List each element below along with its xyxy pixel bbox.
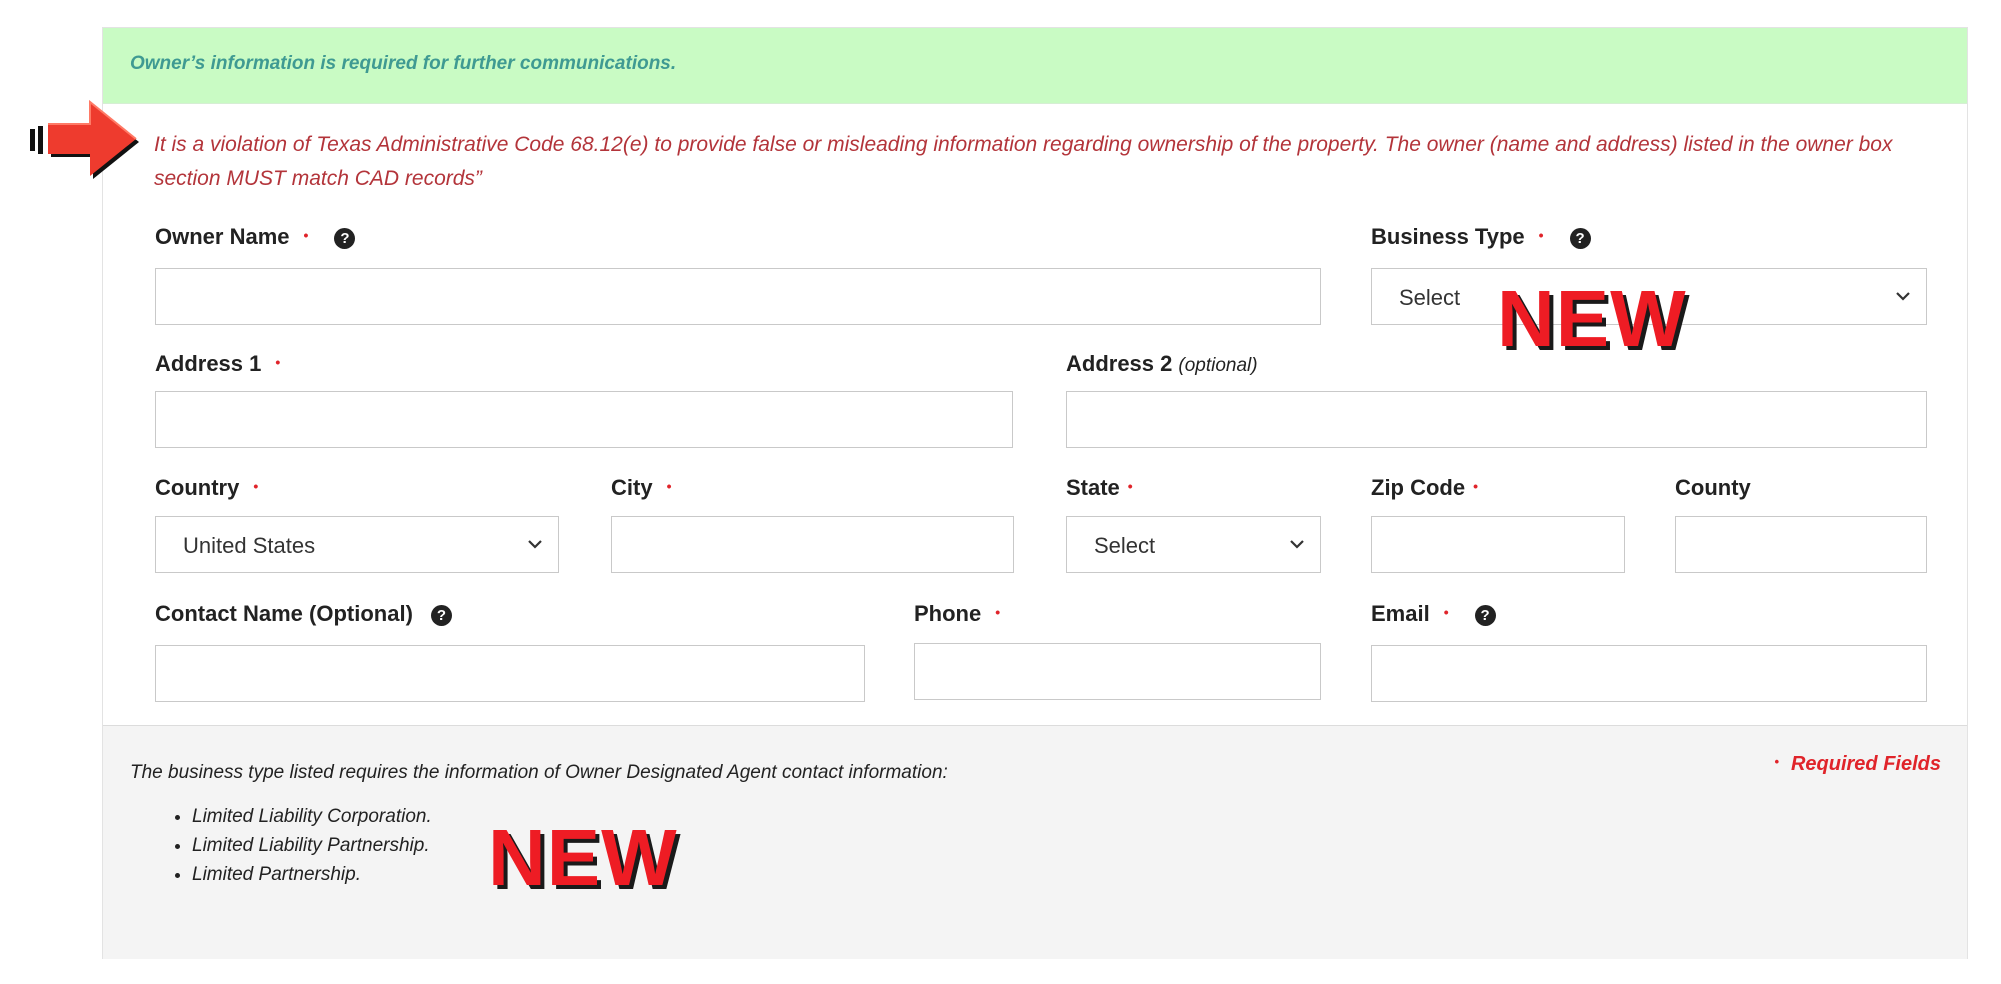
state-value: Select [1094,533,1156,558]
address1-input[interactable] [155,391,1013,448]
business-type-value: Select [1399,285,1461,310]
list-item: Limited Partnership. [192,860,432,889]
required-marker: • [1774,754,1779,769]
help-icon[interactable]: ? [430,605,452,626]
chevron-down-icon [1290,540,1304,549]
address2-input[interactable] [1066,391,1927,448]
help-icon[interactable]: ? [1474,605,1496,626]
required-marker: • [275,354,281,370]
required-marker: • [1473,478,1479,494]
red-arrow-icon [30,99,139,179]
required-marker: • [303,227,309,243]
owner-name-label: Owner Name •? [155,224,356,250]
list-item: Limited Liability Corporation. [192,802,432,831]
email-input[interactable] [1371,645,1927,702]
new-badge: NEW [1497,274,1687,363]
required-marker: • [253,478,259,494]
contact-name-label: Contact Name (Optional)? [155,601,452,627]
chevron-down-icon [528,540,542,549]
list-item: Limited Liability Partnership. [192,831,432,860]
required-marker: • [995,604,1001,620]
business-type-note: The business type listed requires the in… [103,725,1967,959]
new-badge: NEW [488,813,678,902]
optional-note: (optional) [1178,355,1258,376]
violation-warning: It is a violation of Texas Administrativ… [154,133,1893,190]
help-icon[interactable]: ? [334,228,356,249]
city-label: City • [611,475,672,500]
country-label: Country • [155,475,259,500]
city-input[interactable] [611,516,1014,573]
country-value: United States [183,533,316,558]
required-marker: • [1538,227,1544,243]
owner-name-input[interactable] [155,268,1321,325]
zip-code-label: Zip Code • [1371,475,1479,500]
business-type-label: Business Type •? [1371,224,1591,250]
info-banner: Owner’s information is required for furt… [103,28,1967,104]
state-select[interactable]: Select [1066,516,1321,573]
email-label: Email •? [1371,601,1496,627]
business-type-list: Limited Liability Corporation. Limited L… [170,802,432,889]
country-select[interactable]: United States [155,516,559,573]
county-label: County [1675,475,1751,500]
business-type-note-text: The business type listed requires the in… [130,762,948,783]
required-fields-legend: • Required Fields [1774,753,1941,775]
phone-input[interactable] [914,643,1321,700]
chevron-down-icon [1896,292,1910,301]
phone-label: Phone • [914,601,1001,626]
address2-label: Address 2 (optional) [1066,351,1258,376]
state-label: State • [1066,475,1133,500]
required-marker: • [1443,604,1449,620]
info-banner-text: Owner’s information is required for furt… [130,53,677,74]
required-marker: • [666,478,672,494]
address1-label: Address 1 • [155,351,281,376]
zip-code-input[interactable] [1371,516,1625,573]
county-input[interactable] [1675,516,1927,573]
contact-name-input[interactable] [155,645,865,702]
required-marker: • [1127,478,1133,494]
help-icon[interactable]: ? [1569,228,1591,249]
